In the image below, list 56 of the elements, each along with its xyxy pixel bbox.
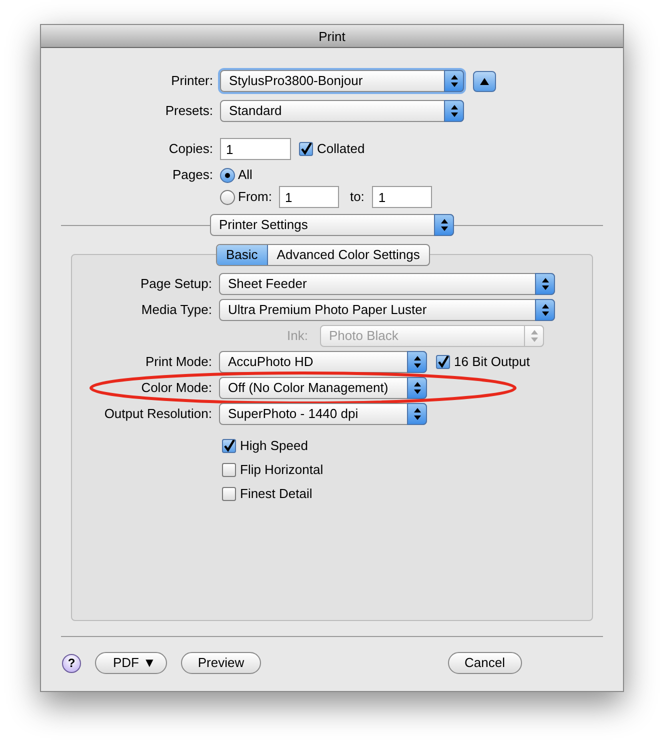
stepper-icon <box>414 382 420 394</box>
field-label: Color Mode: <box>140 379 213 398</box>
window-title: Print <box>41 25 623 48</box>
stepper-icon <box>542 304 548 316</box>
caret-icon: ▼ <box>143 653 156 673</box>
checkbox[interactable] <box>436 355 450 369</box>
section-popup[interactable]: Printer Settings <box>210 214 454 236</box>
stepper-icon <box>542 278 548 290</box>
triangle-up-icon <box>480 78 489 84</box>
tab[interactable]: Basic <box>217 245 268 265</box>
field-label: Output Resolution: <box>103 405 213 424</box>
checkbox-label: 16 Bit Output <box>454 353 530 372</box>
from-field[interactable]: 1 <box>278 186 339 208</box>
stepper-icon <box>414 356 420 368</box>
stepper-icon <box>530 330 538 342</box>
to-field[interactable]: 1 <box>372 186 432 208</box>
dialog-button[interactable]: Preview <box>180 652 262 674</box>
dialog-button[interactable]: Cancel <box>448 652 522 674</box>
checkbox-label: Flip Horizontal <box>240 461 324 480</box>
settings-popup[interactable]: Sheet Feeder <box>219 273 555 295</box>
printer-popup[interactable]: StylusPro3800-Bonjour <box>220 70 464 92</box>
field-label: Copies: <box>168 140 214 158</box>
help-button[interactable]: ? <box>62 654 81 672</box>
radio-button[interactable] <box>220 168 235 182</box>
tab[interactable]: Advanced Color Settings <box>268 245 429 265</box>
disclosure-button[interactable] <box>473 70 496 92</box>
button-label: PDF <box>113 654 139 672</box>
checkbox-label: Collated <box>317 140 365 158</box>
field-label: Media Type: <box>140 301 213 320</box>
settings-popup[interactable]: Off (No Color Management) <box>219 377 427 399</box>
stepper-icon <box>450 105 458 117</box>
pdf-button[interactable]: PDF ▼ <box>95 652 167 674</box>
checkbox-label: High Speed <box>240 437 308 456</box>
radio-button[interactable] <box>220 190 235 204</box>
radio-label: All <box>238 166 252 184</box>
stepper-icon <box>450 75 458 87</box>
settings-popup[interactable]: AccuPhoto HD <box>219 351 427 373</box>
checkbox-label: Finest Detail <box>240 485 312 504</box>
stepper-icon <box>440 219 448 231</box>
field-label: Page Setup: <box>139 275 213 294</box>
settings-popup[interactable]: Ultra Premium Photo Paper Luster <box>219 299 555 321</box>
field-label: Print Mode: <box>144 353 213 372</box>
checkbox[interactable] <box>299 142 313 156</box>
field-label: Presets: <box>164 102 214 120</box>
to-label: to: <box>350 188 364 206</box>
copies-field[interactable]: 1 <box>220 138 291 160</box>
stepper-icon <box>414 408 420 420</box>
field-label: Ink: <box>286 327 309 346</box>
radio-label: From: <box>238 188 272 206</box>
settings-popup[interactable]: SuperPhoto - 1440 dpi <box>219 403 427 425</box>
field-label: Printer: <box>170 72 214 90</box>
checkbox[interactable] <box>222 487 236 501</box>
checkbox[interactable] <box>222 439 236 453</box>
checkbox[interactable] <box>222 463 236 477</box>
presets-popup[interactable]: Standard <box>220 100 464 122</box>
field-label: Pages: <box>172 166 214 184</box>
